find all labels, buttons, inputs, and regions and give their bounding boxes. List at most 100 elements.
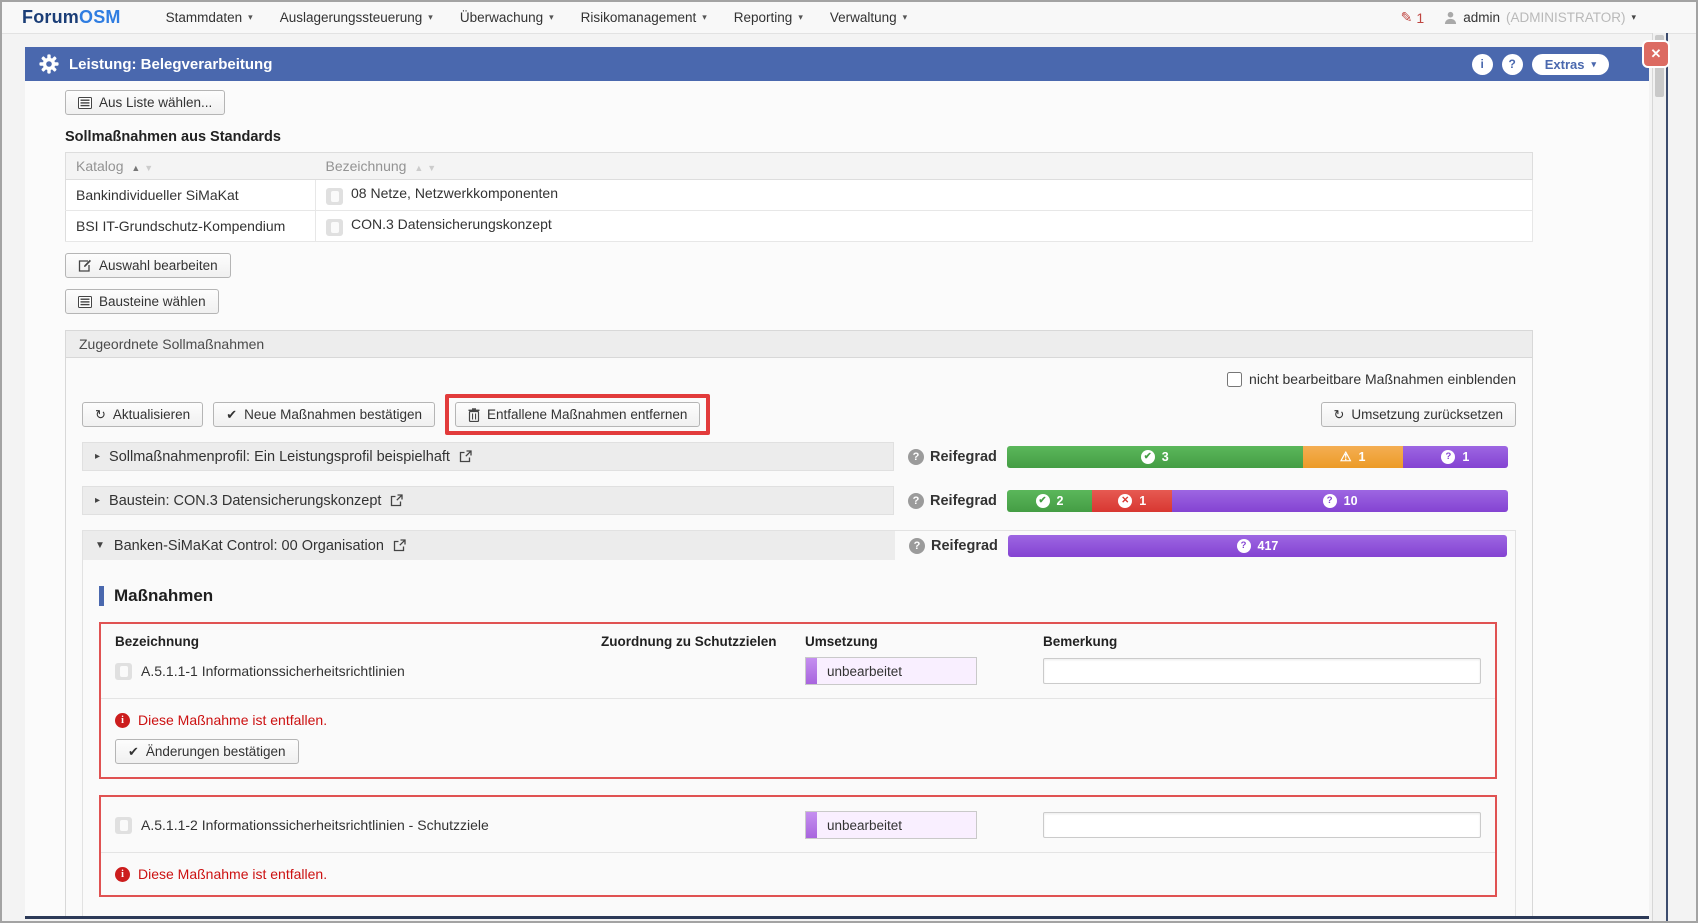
segment-warning: ⚠1	[1303, 446, 1403, 468]
question-circle-icon: ?	[908, 493, 924, 509]
segment-unknown: ?10	[1172, 490, 1508, 512]
confirm-new-measures-button[interactable]: ✔Neue Maßnahmen bestätigen	[213, 402, 435, 427]
katalog-cell: BSI IT-Grundschutz-Kompendium	[66, 211, 316, 242]
divider	[101, 698, 1495, 699]
chevron-right-icon: ▸	[95, 451, 100, 462]
user-menu[interactable]: admin (ADMINISTRATOR) ▾	[1444, 10, 1636, 25]
assigned-measures-panel: Zugeordnete Sollmaßnahmen nicht bearbeit…	[65, 330, 1533, 919]
status-color-strip	[806, 812, 817, 838]
chevron-down-icon: ▾	[702, 12, 707, 23]
table-row[interactable]: Bankindividueller SiMaKat 08 Netze, Netz…	[66, 180, 1533, 211]
chevron-down-icon: ▾	[903, 12, 908, 23]
maturity-bar: ✔3 ⚠1 ?1	[1007, 446, 1508, 468]
list-icon	[78, 296, 92, 308]
choose-from-list-button[interactable]: Aus Liste wählen...	[65, 90, 225, 115]
refresh-icon: ↻	[1334, 407, 1345, 423]
close-panel-button[interactable]: ✕	[1644, 42, 1668, 66]
app-window: ForumOSM Stammdaten▾ Auslagerungssteueru…	[0, 0, 1698, 923]
info-button[interactable]: i	[1472, 54, 1493, 75]
help-button[interactable]: ?	[1502, 54, 1523, 75]
measures-heading: Maßnahmen	[99, 586, 1497, 606]
maturity-label: ? Reifegrad	[909, 538, 998, 554]
edit-selection-button[interactable]: Auswahl bearbeiten	[65, 253, 231, 278]
panel-title: Zugeordnete Sollmaßnahmen	[66, 331, 1532, 358]
close-icon: ✕	[1651, 46, 1662, 62]
standards-table: Katalog ▲▼ Bezeichnung ▲▼ Bankindividuel…	[65, 152, 1533, 242]
col-label-bemerkung: Bemerkung	[1043, 634, 1481, 649]
alert-circle-icon: i	[115, 867, 130, 882]
column-header-katalog[interactable]: Katalog ▲▼	[66, 153, 316, 180]
warning-triangle-icon: ⚠	[1340, 450, 1352, 464]
chevron-down-icon: ▾	[798, 12, 803, 23]
divider	[101, 852, 1495, 853]
status-color-strip	[806, 658, 817, 684]
refresh-button[interactable]: ↻Aktualisieren	[82, 402, 203, 427]
nav-reporting[interactable]: Reporting▾	[734, 10, 803, 25]
group-header-sollmassnahmenprofil[interactable]: ▸ Sollmaßnahmenprofil: Ein Leistungsprof…	[82, 442, 894, 471]
group-header-baustein-con3[interactable]: ▸ Baustein: CON.3 Datensicherungskonzept	[82, 486, 894, 515]
measure-checkbox-icon[interactable]	[115, 663, 132, 680]
implementation-select[interactable]: unbearbeitet	[805, 811, 977, 839]
sort-desc-icon: ▼	[427, 163, 436, 173]
list-icon	[78, 97, 92, 109]
measure-card: A.5.1.1-2 Informationssicherheitsrichtli…	[99, 795, 1497, 897]
column-header-bezeichnung[interactable]: Bezeichnung ▲▼	[316, 153, 1533, 180]
pending-edits-count: 1	[1416, 10, 1424, 26]
col-label-umsetzung: Umsetzung	[805, 634, 1043, 649]
pending-edits-badge[interactable]: ✎ 1	[1401, 9, 1425, 26]
chevron-right-icon: ▸	[95, 495, 100, 506]
comment-input[interactable]	[1043, 658, 1481, 684]
alert-circle-icon: i	[115, 713, 130, 728]
maturity-label: ? Reifegrad	[908, 449, 997, 465]
col-label-bezeichnung: Bezeichnung	[115, 634, 601, 649]
nav-stammdaten[interactable]: Stammdaten▾	[166, 10, 253, 25]
vertical-scrollbar[interactable]	[1652, 33, 1668, 921]
external-link-icon	[393, 539, 406, 552]
table-row[interactable]: BSI IT-Grundschutz-Kompendium CON.3 Date…	[66, 211, 1533, 242]
maturity-bar: ?417	[1008, 535, 1507, 557]
main-nav: Stammdaten▾ Auslagerungssteuerung▾ Überw…	[166, 10, 908, 25]
check-circle-icon: ✔	[1141, 450, 1155, 464]
group-content: Maßnahmen Bezeichnung Zuordnung zu Schut…	[83, 560, 1515, 919]
show-noneditable-checkbox[interactable]	[1227, 372, 1242, 387]
reset-implementation-button[interactable]: ↻Umsetzung zurücksetzen	[1321, 402, 1516, 427]
sort-asc-icon: ▲	[131, 163, 140, 173]
katalog-cell: Bankindividueller SiMaKat	[66, 180, 316, 211]
sort-desc-icon: ▼	[144, 163, 153, 173]
chevron-down-icon: ▾	[1591, 59, 1596, 70]
extras-button[interactable]: Extras▾	[1532, 54, 1609, 75]
comment-input[interactable]	[1043, 812, 1481, 838]
dropped-measure-warning: Diese Maßnahme ist entfallen.	[138, 866, 327, 882]
show-noneditable-toggle: nicht bearbeitbare Maßnahmen einblenden	[82, 371, 1516, 387]
check-icon: ✔	[128, 744, 139, 760]
app-logo[interactable]: ForumOSM	[22, 7, 121, 28]
user-icon	[1444, 11, 1457, 24]
check-circle-icon: ✔	[1036, 494, 1050, 508]
edit-icon	[78, 259, 92, 272]
measure-checkbox-icon[interactable]	[115, 817, 132, 834]
gear-icon	[39, 54, 59, 74]
pencil-icon: ✎	[1401, 9, 1413, 26]
nav-risikomanagement[interactable]: Risikomanagement▾	[581, 10, 707, 25]
col-label-schutzziele: Zuordnung zu Schutzzielen	[601, 634, 805, 649]
group-header-banken-simakat[interactable]: ▼ Banken-SiMaKat Control: 00 Organisatio…	[83, 531, 895, 560]
nav-ueberwachung[interactable]: Überwachung▾	[460, 10, 554, 25]
annotation-highlight: Entfallene Maßnahmen entfernen	[445, 394, 710, 435]
check-icon: ✔	[226, 407, 237, 423]
remove-dropped-measures-button[interactable]: Entfallene Maßnahmen entfernen	[455, 402, 700, 427]
measure-group: ▸ Baustein: CON.3 Datensicherungskonzept…	[82, 486, 1516, 515]
page-body: Aus Liste wählen... Sollmaßnahmen aus St…	[25, 81, 1649, 919]
nav-auslagerungssteuerung[interactable]: Auslagerungssteuerung▾	[280, 10, 433, 25]
question-circle-icon: ?	[1441, 450, 1455, 464]
segment-error: ✕1	[1092, 490, 1172, 512]
question-circle-icon: ?	[1237, 539, 1251, 553]
confirm-changes-button[interactable]: ✔Änderungen bestätigen	[115, 739, 299, 764]
implementation-select[interactable]: unbearbeitet	[805, 657, 977, 685]
nav-verwaltung[interactable]: Verwaltung▾	[830, 10, 907, 25]
choose-modules-button[interactable]: Bausteine wählen	[65, 289, 219, 314]
segment-ok: ✔3	[1007, 446, 1303, 468]
user-name: admin	[1463, 10, 1500, 25]
question-circle-icon: ?	[908, 449, 924, 465]
measure-card: Bezeichnung Zuordnung zu Schutzzielen Um…	[99, 622, 1497, 779]
page-title: Leistung: Belegverarbeitung	[69, 56, 272, 73]
